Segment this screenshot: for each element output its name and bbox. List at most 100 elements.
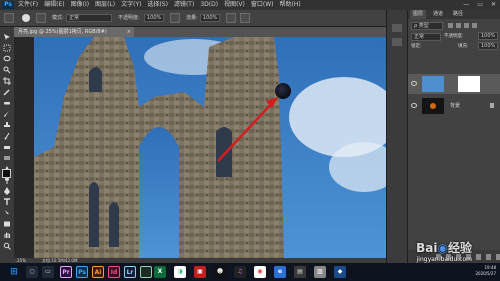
menu-edit[interactable]: 编辑(E) bbox=[44, 0, 64, 10]
menu-items: 文件(F) 编辑(E) 图像(I) 图层(L) 文字(Y) 选择(S) 滤镜(T… bbox=[18, 0, 301, 10]
excel-icon[interactable]: X bbox=[154, 266, 166, 278]
windows-start-icon[interactable]: ⊞ bbox=[8, 266, 20, 278]
healing-brush-tool-icon[interactable] bbox=[3, 99, 11, 107]
minimize-button[interactable]: — bbox=[463, 0, 469, 10]
new-layer-icon[interactable] bbox=[486, 253, 491, 260]
layer-row-copy[interactable] bbox=[408, 74, 500, 94]
menu-view[interactable]: 视图(V) bbox=[224, 0, 245, 10]
brush-panel-toggle-icon[interactable] bbox=[36, 13, 46, 23]
flow-label: 流量: bbox=[186, 15, 198, 21]
clone-stamp-tool-icon[interactable] bbox=[3, 121, 11, 129]
trash-icon[interactable] bbox=[496, 253, 500, 260]
moon-shape[interactable] bbox=[275, 83, 291, 99]
menu-select[interactable]: 选择(S) bbox=[147, 0, 168, 10]
document-canvas[interactable] bbox=[34, 37, 386, 258]
audio-app-icon[interactable]: ♫ bbox=[234, 266, 246, 278]
layer-kind-filter[interactable]: ρ 类型 bbox=[411, 22, 443, 30]
menu-image[interactable]: 图像(I) bbox=[71, 0, 89, 10]
zoom-tool-icon[interactable] bbox=[3, 242, 11, 250]
menu-file[interactable]: 文件(F) bbox=[18, 0, 38, 10]
foreground-color-swatch[interactable] bbox=[2, 169, 11, 178]
brush-tool-icon[interactable] bbox=[3, 110, 11, 118]
pixel-filter-icon[interactable] bbox=[448, 23, 453, 28]
folder-icon[interactable]: ▤ bbox=[294, 266, 306, 278]
menu-filter[interactable]: 滤镜(T) bbox=[174, 0, 194, 10]
move-tool-icon[interactable] bbox=[3, 33, 11, 41]
lightroom-icon[interactable]: Lr bbox=[124, 266, 136, 278]
mode-dropdown[interactable]: 正常 bbox=[66, 14, 112, 22]
close-tab-button[interactable]: × bbox=[127, 27, 131, 37]
pen-tool-icon[interactable] bbox=[3, 187, 11, 195]
premiere-icon[interactable]: Pr bbox=[60, 266, 72, 278]
indesign-icon[interactable]: Id bbox=[108, 266, 120, 278]
airbrush-icon[interactable] bbox=[226, 13, 236, 23]
gradient-tool-icon[interactable] bbox=[3, 154, 11, 162]
eyedropper-tool-icon[interactable] bbox=[3, 88, 11, 96]
crop-tool-icon[interactable] bbox=[3, 77, 11, 85]
paw-icon: ◉ bbox=[437, 241, 448, 255]
rectangle-tool-icon[interactable] bbox=[3, 220, 11, 228]
illustrator-icon[interactable]: Ai bbox=[92, 266, 104, 278]
lock-label: 锁定: bbox=[411, 44, 422, 49]
photos-icon[interactable]: ▨ bbox=[314, 266, 326, 278]
layer-opacity-field[interactable]: 100% bbox=[478, 32, 498, 40]
maximize-button[interactable]: ▭ bbox=[477, 0, 483, 10]
history-brush-tool-icon[interactable] bbox=[3, 132, 11, 140]
layer-mask-thumbnail[interactable] bbox=[458, 76, 480, 92]
menu-window[interactable]: 窗口(W) bbox=[251, 0, 274, 10]
red-app-icon[interactable]: ▣ bbox=[194, 266, 206, 278]
layer-filter-icons bbox=[448, 23, 477, 28]
menu-type[interactable]: 文字(Y) bbox=[121, 0, 141, 10]
type-tool-icon[interactable] bbox=[3, 198, 11, 206]
media-encoder-icon[interactable] bbox=[140, 266, 152, 278]
lasso-tool-icon[interactable] bbox=[3, 55, 11, 63]
system-clock[interactable]: 19:48 2020/5/27 bbox=[475, 265, 496, 277]
history-panel-icon[interactable] bbox=[392, 24, 402, 32]
document-tab[interactable]: 月亮.jpg @ 25%(图层1拷贝, RGB/8#) × bbox=[14, 27, 134, 37]
color-app-icon[interactable]: ◑ bbox=[174, 266, 186, 278]
tab-layers[interactable]: 图层 bbox=[410, 10, 427, 19]
close-window-button[interactable]: ✕ bbox=[491, 0, 496, 10]
brush-size-preview-icon[interactable] bbox=[22, 14, 30, 22]
hand-tool-icon[interactable] bbox=[3, 231, 11, 239]
sharing-app-icon[interactable]: ◆ bbox=[334, 266, 346, 278]
photoshop-icon[interactable]: Ps bbox=[76, 266, 88, 278]
type-filter-icon[interactable] bbox=[464, 23, 469, 28]
eraser-tool-icon[interactable] bbox=[3, 143, 11, 151]
document-tab-bar: 月亮.jpg @ 25%(图层1拷贝, RGB/8#) × bbox=[14, 27, 386, 37]
pressure-opacity-icon[interactable] bbox=[170, 13, 180, 23]
flow-field[interactable]: 100% bbox=[200, 14, 220, 22]
watermark-brand2: 经验 bbox=[447, 241, 472, 255]
menu-layer[interactable]: 图层(L) bbox=[95, 0, 115, 10]
menu-help[interactable]: 帮助(H) bbox=[280, 0, 301, 10]
adjustment-filter-icon[interactable] bbox=[456, 23, 461, 28]
shape-filter-icon[interactable] bbox=[472, 23, 477, 28]
new-group-icon[interactable] bbox=[476, 253, 481, 260]
fill-field[interactable]: 100% bbox=[478, 42, 498, 50]
tab-channels[interactable]: 通道 bbox=[430, 10, 446, 19]
layer-row-background[interactable]: 背景 bbox=[408, 96, 500, 116]
opacity-field[interactable]: 100% bbox=[144, 14, 164, 22]
visibility-eye-icon[interactable] bbox=[411, 81, 417, 86]
search-icon[interactable]: ○ bbox=[26, 266, 38, 278]
window-opening-2 bbox=[89, 182, 99, 247]
qq-icon[interactable]: ☻ bbox=[214, 266, 226, 278]
window-opening-3 bbox=[216, 127, 232, 177]
blend-mode-dropdown[interactable]: 正常 bbox=[411, 33, 441, 41]
quick-selection-tool-icon[interactable] bbox=[3, 66, 11, 74]
properties-panel-icon[interactable] bbox=[392, 38, 402, 46]
path-selection-tool-icon[interactable] bbox=[3, 209, 11, 217]
baidu-watermark: Bai◉经验 jingyan.baidu.com bbox=[416, 239, 472, 263]
layers-panel: 图层 通道 路径 ρ 类型 正常 不透明度: 100% 锁定: 填充: 100%… bbox=[407, 10, 500, 263]
menu-3d[interactable]: 3D(D) bbox=[200, 0, 218, 10]
task-view-icon[interactable]: ▭ bbox=[42, 266, 54, 278]
visibility-eye-icon[interactable] bbox=[411, 103, 417, 108]
chrome-icon[interactable]: ◉ bbox=[254, 266, 266, 278]
brush-tool-preset-icon[interactable] bbox=[4, 13, 14, 23]
pressure-size-icon[interactable] bbox=[240, 13, 250, 23]
windows-taskbar: ⊞ ○ ▭ Pr Ps Ai Id Lr X ◑ ▣ ☻ ♫ ◉ e ▤ ▨ ◆ 19:… bbox=[0, 263, 500, 281]
tab-paths[interactable]: 路径 bbox=[450, 10, 466, 19]
browser-icon[interactable]: e bbox=[274, 266, 286, 278]
background-thumbnail bbox=[422, 98, 444, 114]
marquee-tool-icon[interactable] bbox=[3, 44, 11, 52]
